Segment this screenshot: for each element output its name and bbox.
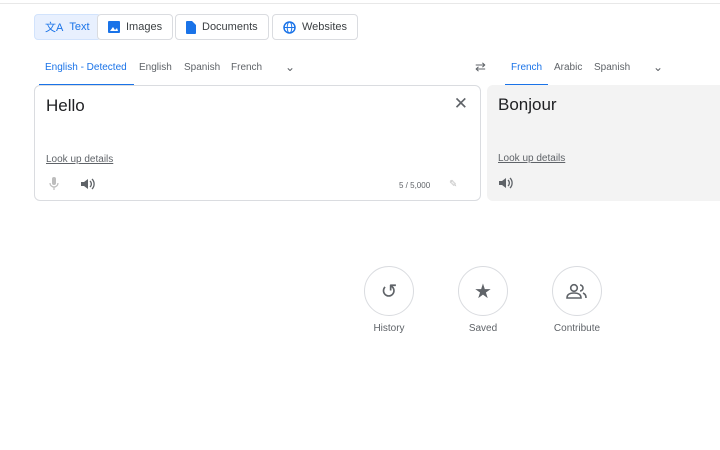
globe-icon — [283, 20, 296, 34]
speaker-icon[interactable] — [81, 178, 95, 190]
target-panel: Bonjour Look up details — [487, 85, 720, 201]
saved-label: Saved — [468, 323, 498, 334]
source-text[interactable]: Hello — [46, 96, 85, 116]
pencil-icon[interactable]: ✎ — [449, 179, 457, 190]
star-icon: ★ — [474, 280, 492, 303]
swap-languages-icon[interactable]: ⇄ — [475, 59, 486, 75]
source-lang-english[interactable]: English — [139, 62, 172, 73]
mode-documents-button[interactable]: Documents — [175, 14, 269, 40]
source-panel[interactable]: Hello ✕ Look up details 5 / 5,000 ✎ — [34, 85, 481, 201]
source-more-chevron-icon[interactable]: ⌄ — [285, 60, 295, 74]
source-lookup-link[interactable]: Look up details — [46, 154, 113, 165]
top-divider — [0, 0, 720, 4]
people-icon — [566, 283, 587, 299]
clear-icon[interactable]: ✕ — [454, 94, 468, 114]
history-button[interactable]: ↺ — [364, 266, 414, 316]
target-lang-arabic[interactable]: Arabic — [554, 62, 582, 73]
saved-button[interactable]: ★ — [458, 266, 508, 316]
history-label: History — [373, 323, 405, 334]
translate-icon: 文A — [45, 22, 64, 34]
contribute-label: Contribute — [553, 323, 601, 334]
target-more-chevron-icon[interactable]: ⌄ — [653, 60, 663, 74]
target-speaker-icon[interactable] — [499, 177, 513, 189]
mode-websites-button[interactable]: Websites — [272, 14, 359, 40]
image-icon — [108, 21, 120, 33]
source-lang-detected[interactable]: English - Detected — [45, 62, 127, 73]
source-lang-french[interactable]: French — [231, 62, 262, 73]
target-text: Bonjour — [498, 95, 557, 114]
mode-images-button[interactable]: Images — [97, 14, 174, 40]
document-icon — [186, 20, 196, 34]
target-lang-spanish[interactable]: Spanish — [594, 62, 630, 73]
mode-text-button[interactable]: 文A Text — [34, 14, 101, 40]
contribute-button[interactable] — [552, 266, 602, 316]
target-lang-french[interactable]: French — [511, 62, 542, 73]
microphone-icon[interactable] — [49, 177, 59, 191]
char-count: 5 / 5,000 — [399, 181, 431, 190]
target-lookup-link[interactable]: Look up details — [498, 153, 565, 164]
source-lang-spanish[interactable]: Spanish — [184, 62, 220, 73]
history-icon: ↺ — [380, 280, 398, 303]
